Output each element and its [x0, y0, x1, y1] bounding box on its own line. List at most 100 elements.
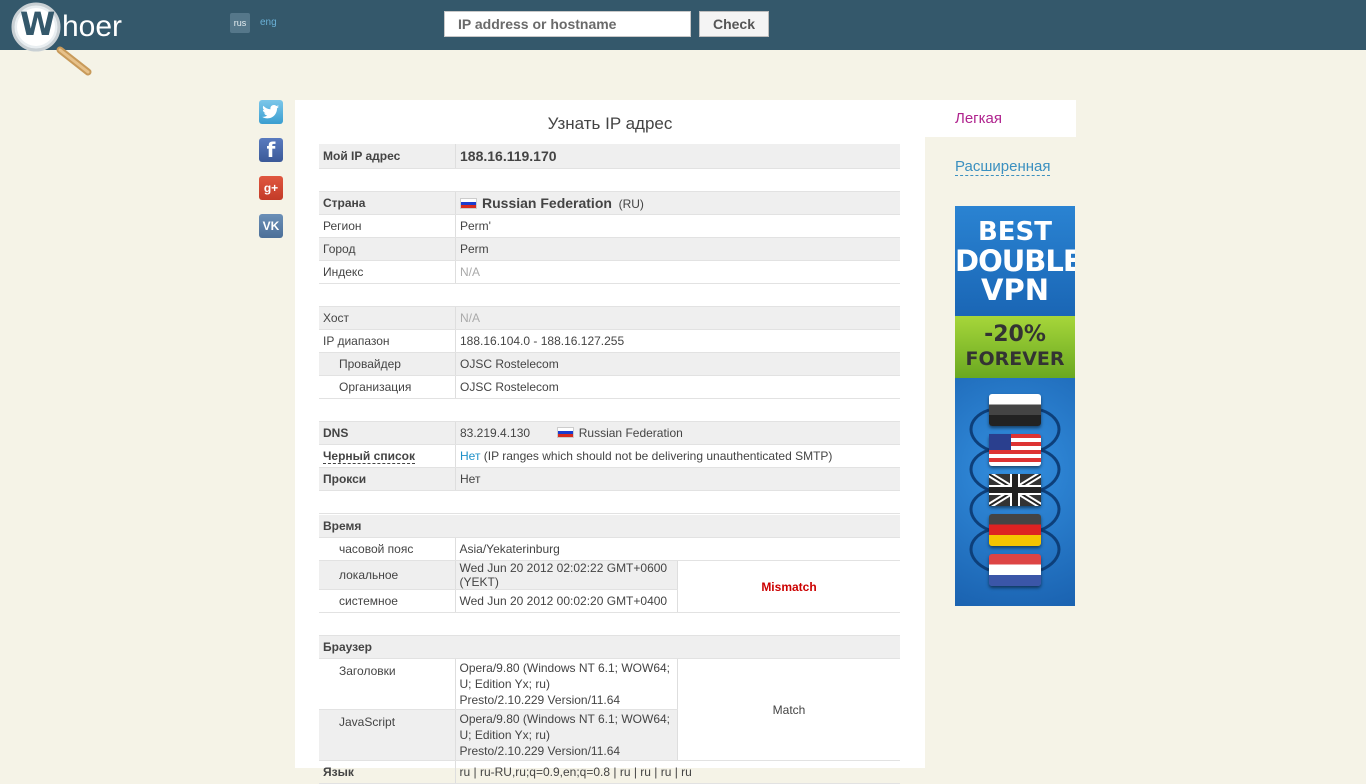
- language-value: ru | ru-RU,ru;q=0.9,en;q=0.8 | ru | ru |…: [455, 760, 900, 784]
- netherlands-flag-icon: [989, 554, 1041, 586]
- organization-value: OJSC Rostelecom: [455, 375, 900, 399]
- country-code: (RU): [618, 197, 644, 211]
- tab-extended[interactable]: Расширенная: [955, 158, 1051, 176]
- system-time-value: Wed Jun 20 2012 00:02:20 GMT+0400: [455, 589, 678, 613]
- ad-discount: -20% FOREVER: [955, 316, 1075, 378]
- local-time-value: Wed Jun 20 2012 02:02:22 GMT+0600 (YEKT): [455, 560, 678, 590]
- facebook-icon[interactable]: f: [259, 138, 283, 162]
- vk-letters: VK: [262, 219, 280, 233]
- index-label: Индекс: [319, 260, 456, 284]
- dns-country: Russian Federation: [578, 426, 683, 440]
- local-time-label: локальное: [319, 560, 456, 590]
- table-row: Язык ru | ru-RU,ru;q=0.9,en;q=0.8 | ru |…: [319, 760, 900, 784]
- country-label: Страна: [319, 191, 456, 215]
- my-ip-value: 188.16.119.170: [460, 148, 557, 164]
- check-button[interactable]: Check: [699, 11, 769, 37]
- lang-eng-link[interactable]: eng: [260, 17, 277, 28]
- blacklist-link[interactable]: Нет: [460, 449, 480, 463]
- table-row: Браузер: [319, 635, 900, 659]
- ip-range-value: 188.16.104.0 - 188.16.127.255: [455, 329, 900, 353]
- ad-line-2: DOUBLE: [955, 244, 1075, 278]
- headers-value: Opera/9.80 (Windows NT 6.1; WOW64; U; Ed…: [455, 658, 678, 710]
- table-row: DNS 83.219.4.130 Russian Federation: [319, 421, 900, 445]
- country-value: Russian Federation: [482, 195, 612, 211]
- ad-line-1: BEST: [977, 217, 1053, 247]
- ad-discount-value: -20%: [984, 322, 1046, 347]
- dns-label: DNS: [319, 421, 456, 445]
- ad-line-3: VPN: [981, 273, 1049, 307]
- table-row: Мой IP адрес 188.16.119.170: [319, 144, 900, 169]
- ip-search-input[interactable]: [444, 11, 691, 37]
- system-time-label: системное: [319, 589, 456, 613]
- host-label: Хост: [319, 306, 456, 330]
- table-row: Время: [319, 515, 900, 538]
- table-row: Черный список Нет (IP ranges which shoul…: [319, 444, 900, 468]
- table-row: часовой пояс Asia/Yekaterinburg: [319, 537, 900, 561]
- top-bar: W hoer rus eng Check: [0, 0, 1366, 76]
- ad-flags: [955, 378, 1075, 606]
- headers-line-2: Presto/2.10.229 Version/11.64: [459, 693, 621, 707]
- my-ip-label: Мой IP адрес: [319, 144, 456, 169]
- table-row: локальное Wed Jun 20 2012 02:02:22 GMT+0…: [319, 560, 900, 613]
- javascript-label: JavaScript: [319, 709, 456, 761]
- browser-match-badge: Match: [677, 658, 900, 761]
- dns-ip: 83.219.4.130: [460, 426, 531, 440]
- time-label: Время: [319, 515, 455, 538]
- ad-forever: FOREVER: [965, 348, 1065, 370]
- vk-icon[interactable]: VK: [259, 214, 283, 238]
- proxy-value: Нет: [455, 467, 900, 491]
- table-gap: [319, 612, 900, 636]
- tab-light-label: Легкая: [955, 110, 1003, 127]
- ip-info-table: Мой IP адрес 188.16.119.170 Страна Russi…: [319, 144, 900, 514]
- organization-label: Организация: [319, 375, 456, 399]
- host-value: N/A: [455, 306, 900, 330]
- provider-label: Провайдер: [319, 352, 456, 376]
- table-row: Город Perm: [319, 237, 900, 261]
- ip-range-label: IP диапазон: [319, 329, 456, 353]
- city-value: Perm: [455, 237, 900, 261]
- russia-flag-icon: [556, 427, 574, 438]
- javascript-line-1: Opera/9.80 (Windows NT 6.1; WOW64; U; Ed…: [459, 712, 671, 742]
- region-label: Регион: [319, 214, 456, 238]
- table-row: IP диапазон 188.16.104.0 - 188.16.127.25…: [319, 329, 900, 353]
- table-row: Прокси Нет: [319, 467, 900, 491]
- page-title: Узнать IP адрес: [547, 114, 673, 133]
- time-mismatch-badge: Mismatch: [677, 560, 900, 613]
- uk-flag-icon: [987, 471, 1043, 509]
- ad-headline: BEST DOUBLE VPN: [955, 206, 1075, 316]
- tab-light[interactable]: Легкая: [925, 100, 1076, 137]
- main-panel: Узнать IP адрес Мой IP адрес 188.16.119.…: [295, 100, 925, 784]
- proxy-label: Прокси: [319, 467, 456, 491]
- facebook-letter: f: [266, 138, 276, 162]
- region-value: Perm': [455, 214, 900, 238]
- blacklist-label[interactable]: Черный список: [323, 449, 415, 464]
- table-gap: [319, 168, 900, 192]
- google-plus-letter: g+: [263, 181, 279, 195]
- timezone-value: Asia/Yekaterinburg: [455, 537, 900, 561]
- provider-value: OJSC Rostelecom: [455, 352, 900, 376]
- index-value: N/A: [455, 260, 900, 284]
- russia-flag-icon: [989, 394, 1041, 426]
- whoer-logo[interactable]: W hoer: [10, 2, 150, 76]
- headers-line-1: Opera/9.80 (Windows NT 6.1; WOW64; U; Ed…: [459, 661, 671, 691]
- logo-text: hoer: [62, 10, 123, 43]
- language-label: Язык: [319, 760, 456, 784]
- russia-flag-icon: [460, 198, 477, 209]
- germany-flag-icon: [989, 514, 1041, 546]
- lang-rus-button[interactable]: rus: [230, 13, 250, 33]
- twitter-icon[interactable]: [259, 100, 283, 124]
- table-gap: [319, 398, 900, 422]
- google-plus-icon[interactable]: g+: [259, 176, 283, 200]
- table-row: Страна Russian Federation (RU): [319, 191, 900, 215]
- table-row: Заголовки Opera/9.80 (Windows NT 6.1; WO…: [319, 658, 900, 761]
- table-row: Индекс N/A: [319, 260, 900, 284]
- table-row: Регион Perm': [319, 214, 900, 238]
- table-row: Провайдер OJSC Rostelecom: [319, 352, 900, 376]
- vpn-ad-banner[interactable]: BEST DOUBLE VPN -20% FOREVER: [955, 206, 1075, 606]
- blacklist-note: (IP ranges which should not be deliverin…: [483, 449, 833, 463]
- table-row: Хост N/A: [319, 306, 900, 330]
- time-table: Время часовой пояс Asia/Yekaterinburg ло…: [319, 515, 900, 784]
- usa-flag-icon: [989, 434, 1041, 466]
- headers-label: Заголовки: [319, 658, 456, 710]
- javascript-value: Opera/9.80 (Windows NT 6.1; WOW64; U; Ed…: [455, 709, 678, 761]
